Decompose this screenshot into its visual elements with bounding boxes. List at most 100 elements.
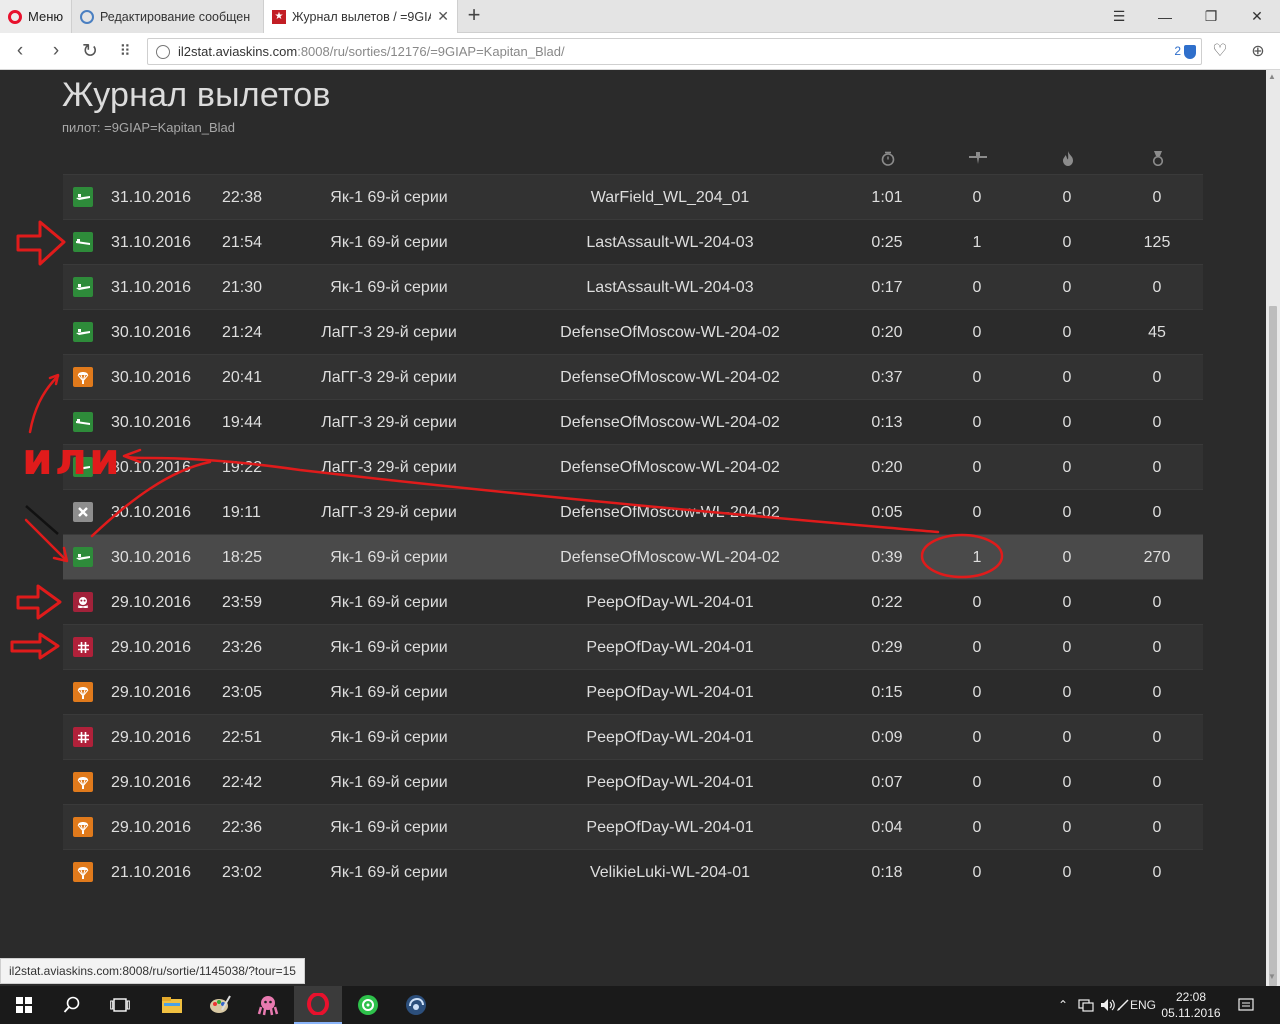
network-icon[interactable] (1078, 986, 1094, 1024)
sortie-date: 31.10.2016 (111, 189, 192, 206)
speed-dial-grid-icon[interactable]: ⠿ (111, 38, 139, 64)
octopus-app-icon[interactable] (244, 986, 292, 1024)
page-viewport: Журнал вылетов пилот: =9GIAP=Kapitan_Bla… (0, 70, 1266, 986)
pen-icon[interactable] (1116, 986, 1130, 1024)
paint-app-icon[interactable] (196, 986, 244, 1024)
sortie-time: 23:05 (222, 684, 263, 701)
forward-button[interactable]: › (42, 38, 70, 64)
start-button[interactable] (0, 986, 48, 1024)
sortie-row[interactable]: 31.10.2016 21:30 Як-1 69-й серии LastAssaul… (63, 264, 1203, 309)
page-title: Журнал вылетов (62, 76, 331, 114)
close-icon[interactable]: ✕ (437, 8, 449, 25)
landed-plane-icon (73, 277, 93, 297)
sortie-row[interactable]: 31.10.2016 21:54 Як-1 69-й серии LastAssaul… (63, 219, 1203, 264)
sortie-time: 23:26 (222, 639, 263, 656)
url-host: il2stat.aviaskins.com (178, 44, 298, 59)
sortie-date: 30.10.2016 (111, 369, 192, 386)
sortie-date: 29.10.2016 (111, 639, 192, 656)
maximize-button[interactable]: ❐ (1188, 0, 1234, 33)
teamspeak-app-icon[interactable] (392, 986, 440, 1024)
page-scrollbar[interactable]: ▲ ▼ (1266, 70, 1280, 986)
menu-label: Меню (28, 9, 64, 24)
shotdown-hash-icon (73, 727, 93, 747)
sortie-date: 31.10.2016 (111, 279, 192, 296)
il2stat-star-icon: ★ (272, 9, 286, 24)
sortie-row[interactable]: 29.10.2016 23:59 Як-1 69-й серии PeepOfDay-… (63, 579, 1203, 624)
clock-date: 05.11.2016 (1161, 1006, 1221, 1020)
new-tab-button[interactable]: + (462, 4, 486, 28)
sortie-date: 30.10.2016 (111, 459, 192, 476)
landed-plane-icon (73, 322, 93, 342)
taskbar-clock[interactable]: 22:08 05.11.2016 (1160, 989, 1222, 1021)
adblock-count: 2 (1174, 44, 1181, 58)
fire-icon (1058, 150, 1078, 166)
download-icon[interactable]: ⊕ (1244, 38, 1272, 64)
sortie-row[interactable]: 29.10.2016 23:26 Як-1 69-й серии PeepOfDay-… (63, 624, 1203, 669)
sortie-row[interactable]: 29.10.2016 22:42 Як-1 69-й серии PeepOfDay-… (63, 759, 1203, 804)
task-view-icon[interactable] (96, 986, 144, 1024)
tray-show-hidden-icon[interactable]: ⌃ (1058, 986, 1068, 1024)
sortie-date: 30.10.2016 (111, 414, 192, 431)
opera-taskbar-icon[interactable] (294, 986, 342, 1024)
scrollbar-thumb[interactable] (1269, 306, 1277, 986)
navigation-bar: ‹ › ↻ ⠿ il2stat.aviaskins.com :8008/ru/s… (0, 33, 1280, 70)
sortie-row[interactable]: 30.10.2016 20:41 ЛаГГ-3 29-й серии DefenseO… (63, 354, 1203, 399)
sortie-time: 19:11 (222, 504, 261, 521)
sortie-time: 21:30 (222, 279, 263, 296)
medal-icon (1148, 150, 1168, 166)
landed-plane-icon (73, 187, 93, 207)
scroll-up-arrow-icon[interactable]: ▲ (1268, 72, 1276, 81)
tab-menu-icon[interactable]: ☰ (1096, 0, 1142, 33)
sortie-row[interactable]: 29.10.2016 22:36 Як-1 69-й серии PeepOfDay-… (63, 804, 1203, 849)
parachute-icon (73, 772, 93, 792)
file-explorer-icon[interactable] (148, 986, 196, 1024)
back-button[interactable]: ‹ (6, 38, 34, 64)
sortie-date: 29.10.2016 (111, 819, 192, 836)
sortie-row[interactable]: 30.10.2016 19:11 ЛаГГ-3 29-й серии DefenseO… (63, 489, 1203, 534)
address-bar[interactable]: il2stat.aviaskins.com :8008/ru/sorties/1… (147, 38, 1202, 65)
sortie-row[interactable]: 29.10.2016 23:05 Як-1 69-й серии PeepOfDay-… (63, 669, 1203, 714)
landed-damaged-plane-icon (73, 232, 93, 252)
sortie-date: 30.10.2016 (111, 324, 192, 341)
language-indicator[interactable]: ENG (1130, 986, 1156, 1024)
icq-app-icon[interactable] (344, 986, 392, 1024)
sortie-row[interactable]: 30.10.2016 18:25 Як-1 69-й серии DefenseOfM… (63, 534, 1203, 579)
sortie-row[interactable]: 31.10.2016 22:38 Як-1 69-й серии WarField_W… (63, 174, 1203, 219)
sortie-time: 22:38 (222, 189, 263, 206)
tab-sortie-log[interactable]: ★ Журнал вылетов / =9GIAP ✕ (264, 0, 458, 33)
reload-button[interactable]: ↻ (76, 38, 104, 64)
aircraft-kill-icon (968, 150, 988, 166)
sortie-time: 19:22 (222, 459, 263, 476)
tab-title: Журнал вылетов / =9GIAP (292, 9, 432, 24)
opera-speed-dial-icon (80, 9, 94, 24)
sortie-row[interactable]: 30.10.2016 19:44 ЛаГГ-3 29-й серии DefenseO… (63, 399, 1203, 444)
tab-edit-message[interactable]: Редактирование сообщен (72, 0, 264, 33)
sortie-row[interactable]: 30.10.2016 21:24 ЛаГГ-3 29-й серии DefenseO… (63, 309, 1203, 354)
sortie-row[interactable]: 29.10.2016 22:51 Як-1 69-й серии PeepOfDay-… (63, 714, 1203, 759)
browser-tab-strip: Меню Редактирование сообщен ★ Журнал выл… (0, 0, 1280, 33)
sortie-date: 29.10.2016 (111, 594, 192, 611)
scroll-down-arrow-icon[interactable]: ▼ (1268, 972, 1276, 981)
landed-damaged-plane-icon (73, 412, 93, 432)
heart-bookmark-icon[interactable]: ♡ (1206, 38, 1234, 64)
notifications-icon[interactable] (1238, 986, 1254, 1024)
sortie-date: 30.10.2016 (111, 549, 192, 566)
sortie-time: 20:41 (222, 369, 263, 386)
sortie-time: 22:51 (222, 729, 263, 746)
tab-title: Редактирование сообщен (100, 9, 251, 24)
sortie-time: 18:25 (222, 549, 263, 566)
clock-icon (878, 150, 898, 166)
adblock-shield-icon[interactable] (1184, 45, 1196, 59)
close-window-button[interactable]: ✕ (1234, 0, 1280, 33)
globe-icon (156, 44, 170, 59)
skull-icon (73, 592, 93, 612)
sortie-time: 21:54 (222, 234, 263, 251)
search-icon[interactable] (48, 986, 96, 1024)
sortie-row[interactable]: 21.10.2016 23:02 Як-1 69-й серии VelikieLuk… (63, 849, 1203, 894)
sortie-time: 23:59 (222, 594, 263, 611)
sortie-time: 23:02 (222, 864, 263, 881)
opera-menu-button[interactable]: Меню (0, 0, 72, 33)
sortie-row[interactable]: 30.10.2016 19:22 ЛаГГ-3 29-й серии DefenseO… (63, 444, 1203, 489)
minimize-button[interactable]: — (1142, 0, 1188, 33)
volume-icon[interactable] (1100, 986, 1116, 1024)
